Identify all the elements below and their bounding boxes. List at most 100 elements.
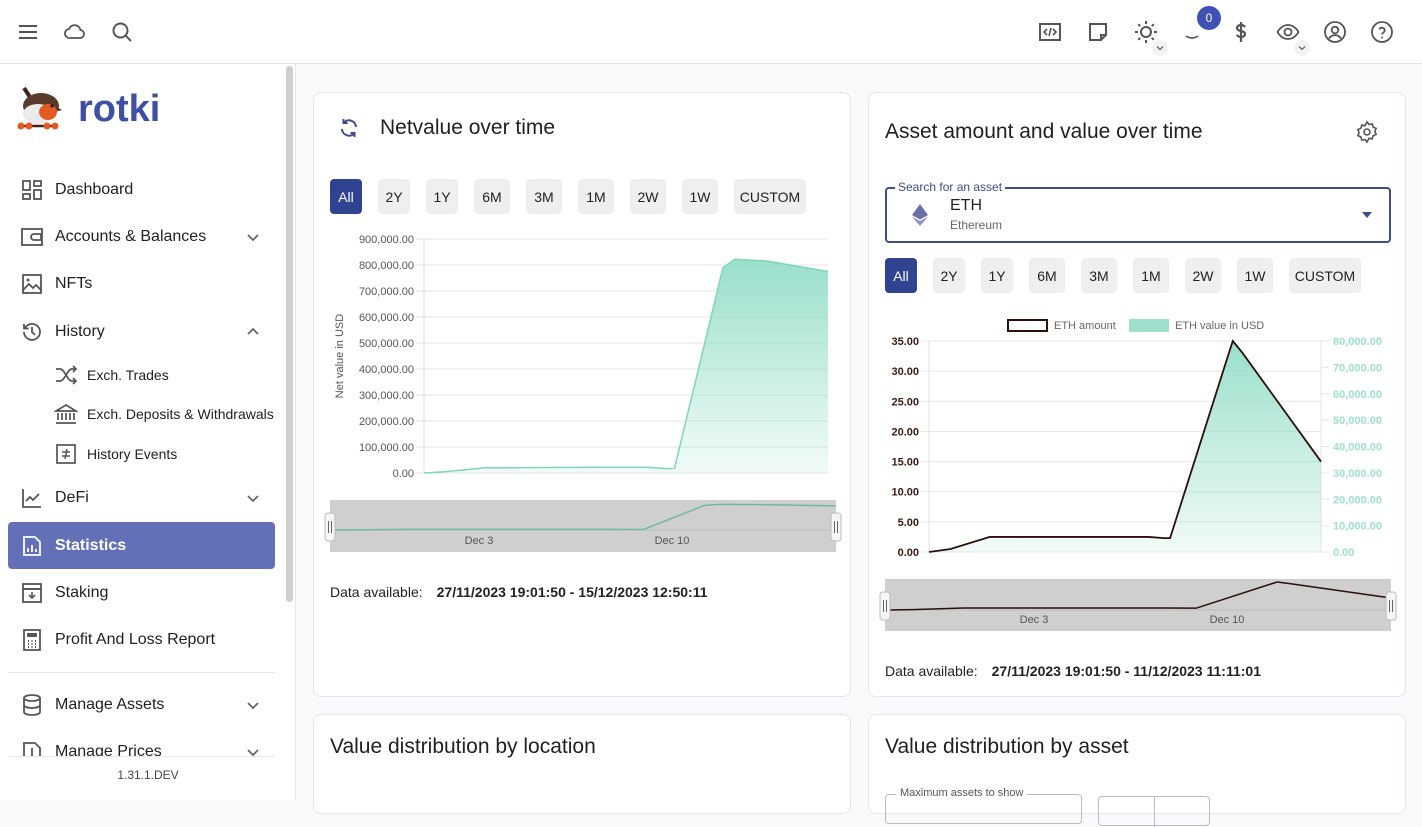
help-icon[interactable] [1366,16,1398,48]
search-icon[interactable] [106,16,138,48]
range-button-all[interactable]: All [885,258,917,293]
settings-gear-icon[interactable] [1355,120,1379,144]
range-button-all[interactable]: All [330,179,362,214]
range-button-6m[interactable]: 6M [474,179,510,214]
sidebar-subitem-exch-deposits-withdrawals[interactable]: Exch. Deposits & Withdrawals [54,396,274,432]
range-button-custom[interactable]: CUSTOM [734,179,806,214]
dropdown-caret-icon[interactable] [1361,211,1373,219]
y-axis-title: Net value in USD [334,314,346,398]
sidebar-clip: Manage Prices [0,738,284,756]
navigator-handle-left[interactable] [879,591,891,621]
sidebar-item-defi[interactable]: DeFi [8,474,275,521]
y-left-tick-label: 5.00 [898,517,919,529]
range-button-custom[interactable]: CUSTOM [1289,258,1361,293]
navigator-tick-label: Dec 10 [1210,614,1245,626]
y-right-tick-label: 20,000.00 [1333,494,1382,506]
sidebar-subitem-exch-trades[interactable]: Exch. Trades [54,357,169,393]
range-button-1y[interactable]: 1Y [426,179,458,214]
data-available-value: 27/11/2023 19:01:50 - 15/12/2023 12:50:1… [436,584,708,600]
asset-search-label: Search for an asset [895,180,1006,194]
navigator-handle-right[interactable] [830,512,842,542]
brand-logo[interactable]: rotki [14,84,160,134]
navigator-handle-right[interactable] [1385,591,1397,621]
asset-name: Ethereum [950,218,1003,232]
code-icon[interactable] [1034,16,1066,48]
sidebar-item-label: Accounts & Balances [55,227,207,245]
legend-swatch-eth-amount [1007,319,1048,332]
asset-search-field[interactable]: Search for an asset ETH Ethereum [885,180,1391,243]
y-tick-label: 700,000.00 [359,286,414,298]
sidebar-item-label: NFTs [55,274,93,292]
sidebar-item-profit-loss-report[interactable]: Profit And Loss Report [8,616,275,663]
range-button-2y[interactable]: 2Y [378,179,410,214]
sidebar-item-accounts-balances[interactable]: Accounts & Balances [8,213,275,260]
refresh-icon[interactable] [337,116,361,140]
cloud-icon[interactable] [59,16,91,48]
sidebar-item-dashboard[interactable]: Dashboard [8,166,275,213]
history-icon [23,322,41,341]
currency-dollar-icon[interactable] [1225,16,1257,48]
asset-distribution-card: Value distribution by asset Maximum asse… [868,714,1406,827]
sidebar-subitem-label: History Events [87,446,178,462]
chevron-down-icon [247,494,259,502]
location-distribution-card: Value distribution by location [313,714,851,814]
range-button-6m[interactable]: 6M [1029,258,1065,293]
notes-icon[interactable] [1082,16,1114,48]
max-assets-input[interactable]: Maximum assets to show [885,787,1082,824]
asset-symbol: ETH [950,197,982,214]
range-button-3m[interactable]: 3M [1081,258,1117,293]
statistics-icon [23,535,41,556]
asset-card: Asset amount and value over time Search … [868,92,1406,697]
sidebar: rotki Dashboard Accounts & Balances NFTs… [0,64,296,800]
range-button-2w[interactable]: 2W [630,179,666,214]
sidebar-scrollbar[interactable] [286,66,293,602]
range-button-1w[interactable]: 1W [1237,258,1273,293]
y-left-tick-label: 10.00 [891,487,919,499]
theme-chevron-down-icon[interactable] [1152,40,1168,56]
sidebar-item-manage-assets[interactable]: Manage Assets [8,681,275,728]
sidebar-item-history[interactable]: History [8,308,275,355]
asset-chart[interactable]: ETH amount ETH value in USD 0.00 5.00 10.00 1… [869,311,1407,637]
range-button-1m[interactable]: 1M [1133,258,1169,293]
range-button-1m[interactable]: 1M [578,179,614,214]
y-left-tick-label: 35.00 [891,336,919,348]
toggle-divider [1154,797,1155,827]
y-right-tick-label: 10,000.00 [1333,521,1382,533]
sidebar-item-nfts[interactable]: NFTs [8,260,275,307]
range-button-1y[interactable]: 1Y [981,258,1013,293]
data-available-label: Data available: [885,663,978,679]
sidebar-item-staking[interactable]: Staking [8,569,275,616]
netvalue-data-available: Data available: 27/11/2023 19:01:50 - 15/… [330,584,708,600]
range-button-2w[interactable]: 2W [1185,258,1221,293]
wallet-icon [21,227,43,246]
y-right-tick-label: 60,000.00 [1333,389,1382,401]
y-left-tick-label: 20.00 [891,426,919,438]
sidebar-item-label: Profit And Loss Report [55,630,216,648]
y-tick-label: 300,000.00 [359,390,414,402]
sidebar-item-manage-prices[interactable]: Manage Prices [8,738,275,756]
range-button-2y[interactable]: 2Y [933,258,965,293]
chevron-down-icon [247,701,259,709]
dashboard-icon [22,179,42,200]
range-button-1w[interactable]: 1W [682,179,718,214]
account-icon[interactable] [1319,16,1351,48]
image-icon [22,273,42,294]
y-tick-label: 500,000.00 [359,338,414,350]
y-tick-label: 100,000.00 [359,442,414,454]
menu-icon[interactable] [12,16,44,48]
sidebar-subitem-history-events[interactable]: History Events [54,436,177,472]
netvalue-chart[interactable]: 0.00 100,000.00 200,000.00 300,000.00 400,00… [314,223,852,553]
database-icon [23,693,41,716]
eth-value-area [929,341,1321,552]
chevron-up-icon [247,327,259,335]
range-button-3m[interactable]: 3M [526,179,562,214]
max-assets-toggle[interactable] [1098,796,1210,827]
prices-icon [23,741,41,756]
sidebar-divider [8,672,275,673]
privacy-chevron-down-icon[interactable] [1294,40,1310,56]
y-tick-label: 900,000.00 [359,234,414,246]
navigator-handle-left[interactable] [324,512,336,542]
robin-logo-icon [17,86,62,130]
chart-line-icon [22,488,41,508]
sidebar-item-statistics[interactable]: Statistics [8,522,275,569]
